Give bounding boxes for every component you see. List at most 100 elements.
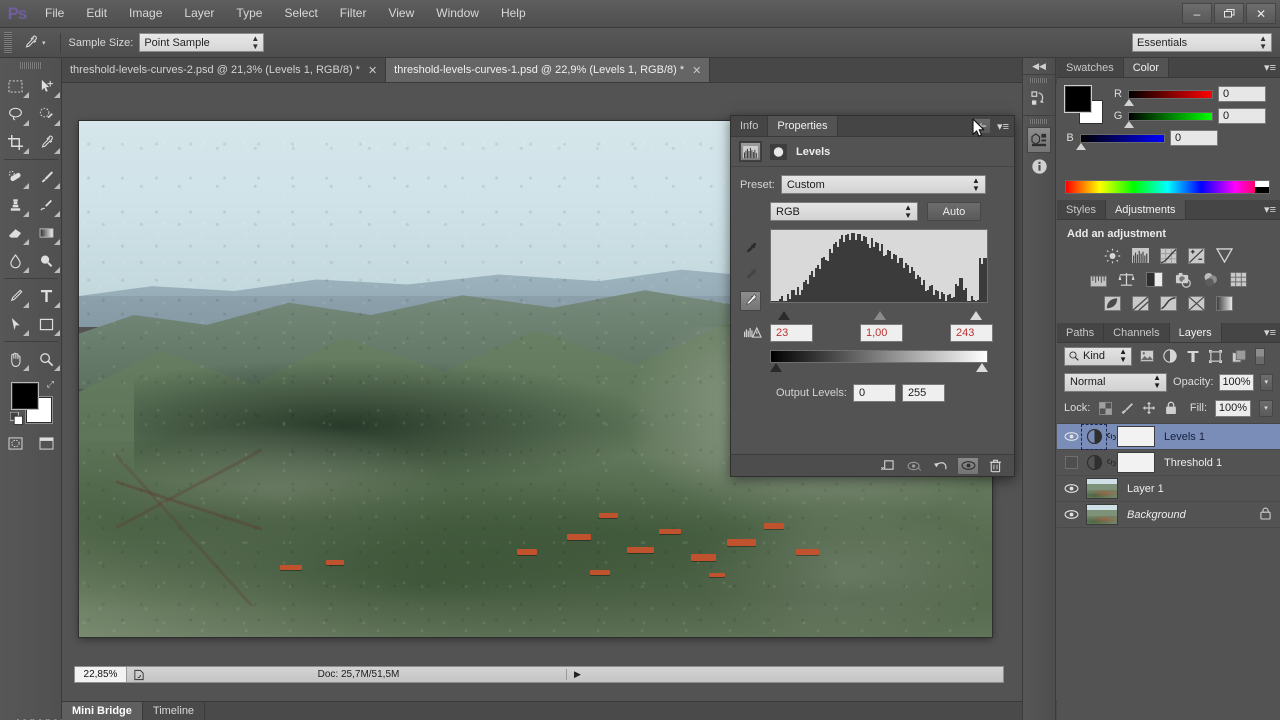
- eyedropper-tool[interactable]: [31, 128, 62, 156]
- preset-select[interactable]: Custom ▲▼: [781, 175, 986, 194]
- mask-link-icon[interactable]: [1105, 430, 1117, 443]
- path-select-tool[interactable]: [0, 310, 31, 338]
- channel-slider-knob[interactable]: [1124, 121, 1134, 128]
- menu-item-type[interactable]: Type: [225, 2, 273, 25]
- channel-value-field[interactable]: 0: [1218, 86, 1266, 102]
- black-white-icon[interactable]: [1144, 270, 1165, 289]
- lock-transparent-icon[interactable]: [1098, 401, 1112, 415]
- tab-swatches[interactable]: Swatches: [1057, 58, 1124, 77]
- threshold-icon[interactable]: [1158, 294, 1179, 313]
- photo-filter-icon[interactable]: [1172, 270, 1193, 289]
- delete-icon[interactable]: [984, 457, 1006, 475]
- panel-menu-icon[interactable]: ▾≡: [1264, 61, 1276, 74]
- channel-slider-knob[interactable]: [1076, 143, 1086, 150]
- lasso-tool[interactable]: [0, 100, 31, 128]
- adjustment-layer-thumbnail[interactable]: [1083, 452, 1105, 474]
- menu-item-window[interactable]: Window: [425, 2, 490, 25]
- swap-colors-icon[interactable]: ⤢: [47, 379, 54, 390]
- zoom-level-field[interactable]: 22,85%: [75, 667, 127, 682]
- layer-visibility-eye-icon[interactable]: [1059, 483, 1083, 494]
- vibrance-icon[interactable]: [1214, 246, 1235, 265]
- view-previous-state-icon[interactable]: [903, 457, 925, 475]
- clone-stamp-tool[interactable]: [0, 191, 31, 219]
- default-colors-icon[interactable]: [10, 412, 23, 428]
- layer-thumbnail[interactable]: [1086, 478, 1118, 499]
- color-spectrum-ramp[interactable]: [1065, 180, 1270, 194]
- levels-histogram[interactable]: [770, 229, 988, 303]
- filter-adjustment-icon[interactable]: [1161, 347, 1178, 366]
- close-button[interactable]: ✕: [1246, 3, 1276, 24]
- eyedropper-icon[interactable]: [18, 32, 42, 54]
- set-white-point-icon[interactable]: [740, 291, 761, 311]
- lock-position-icon[interactable]: [1142, 401, 1156, 415]
- channel-select[interactable]: RGB ▲▼: [770, 202, 918, 221]
- tab-paths[interactable]: Paths: [1057, 323, 1104, 342]
- midtone-slider[interactable]: [874, 311, 886, 320]
- menu-item-edit[interactable]: Edit: [75, 2, 118, 25]
- dock-grip[interactable]: [1023, 116, 1055, 127]
- histogram-icon[interactable]: [740, 142, 761, 161]
- menu-item-layer[interactable]: Layer: [173, 2, 225, 25]
- tab-info[interactable]: Info: [731, 116, 768, 136]
- type-tool[interactable]: [31, 282, 62, 310]
- menu-item-view[interactable]: View: [377, 2, 425, 25]
- collapse-to-icons-icon[interactable]: ◀◀: [1023, 58, 1055, 74]
- input-shadow-field[interactable]: 23: [770, 324, 813, 342]
- crop-tool[interactable]: [0, 128, 31, 156]
- channel-slider[interactable]: [1128, 90, 1213, 99]
- close-tab-icon[interactable]: ✕: [692, 64, 701, 77]
- quick-select-tool[interactable]: [31, 100, 62, 128]
- curves-icon[interactable]: [1158, 246, 1179, 265]
- workspace-switcher[interactable]: Essentials ▲▼: [1132, 33, 1272, 52]
- layer-mask-thumbnail[interactable]: [1117, 426, 1155, 447]
- tab-adjustments[interactable]: Adjustments: [1106, 200, 1186, 219]
- lock-all-icon[interactable]: [1164, 401, 1178, 415]
- workspace-select[interactable]: Essentials ▲▼: [1132, 33, 1272, 52]
- document-profile-icon[interactable]: [127, 669, 151, 681]
- layer-thumbnail[interactable]: [1086, 504, 1118, 525]
- toggle-visibility-icon[interactable]: [957, 457, 979, 475]
- channel-mixer-icon[interactable]: [1200, 270, 1221, 289]
- menu-item-image[interactable]: Image: [118, 2, 173, 25]
- close-tab-icon[interactable]: ✕: [368, 64, 377, 77]
- levels-icon[interactable]: [1130, 246, 1151, 265]
- gradient-map-icon[interactable]: [1186, 294, 1207, 313]
- set-gray-point-icon[interactable]: [740, 265, 761, 285]
- mini-bridge-icon[interactable]: [1027, 127, 1051, 153]
- output-black-slider[interactable]: [770, 363, 782, 372]
- input-gamma-field[interactable]: 1,00: [860, 324, 903, 342]
- foreground-color-swatch[interactable]: [12, 383, 38, 409]
- reset-icon[interactable]: [930, 457, 952, 475]
- tool-preset-caret-icon[interactable]: ▾: [42, 39, 46, 47]
- filter-kind-select[interactable]: Kind ▲▼: [1064, 347, 1132, 366]
- tools-panel-grip[interactable]: [0, 58, 61, 72]
- set-black-point-icon[interactable]: [740, 239, 761, 259]
- layer-mask-icon[interactable]: [768, 142, 789, 161]
- channel-value-field[interactable]: 0: [1170, 130, 1218, 146]
- quick-mask-icon[interactable]: [0, 429, 31, 457]
- bottom-tab-mini-bridge[interactable]: Mini Bridge: [62, 702, 143, 720]
- layer-visibility-off-icon[interactable]: [1059, 456, 1083, 469]
- shadow-slider[interactable]: [778, 311, 790, 320]
- opacity-field[interactable]: 100%: [1219, 374, 1253, 391]
- layer-row[interactable]: Threshold 1: [1057, 450, 1280, 476]
- filter-smart-object-icon[interactable]: [1230, 347, 1247, 366]
- clip-to-layer-icon[interactable]: [876, 457, 898, 475]
- document-tab[interactable]: threshold-levels-curves-1.psd @ 22,9% (L…: [386, 58, 710, 82]
- filter-shape-icon[interactable]: [1207, 347, 1224, 366]
- fill-field[interactable]: 100%: [1215, 400, 1251, 417]
- options-bar-grip[interactable]: [4, 32, 12, 54]
- dodge-tool[interactable]: [31, 247, 62, 275]
- selective-color-icon[interactable]: [1214, 294, 1235, 313]
- shape-tool[interactable]: [31, 310, 62, 338]
- hue-saturation-icon[interactable]: [1088, 270, 1109, 289]
- adjustment-layer-thumbnail[interactable]: [1083, 426, 1105, 448]
- healing-brush-tool[interactable]: [0, 163, 31, 191]
- panel-menu-icon[interactable]: ▾≡: [1264, 326, 1276, 339]
- history-brush-tool[interactable]: [31, 191, 62, 219]
- filter-type-icon[interactable]: [1184, 347, 1201, 366]
- exposure-icon[interactable]: [1186, 246, 1207, 265]
- auto-button[interactable]: Auto: [927, 202, 981, 221]
- marquee-tool[interactable]: [0, 72, 31, 100]
- zoom-tool[interactable]: [31, 345, 62, 373]
